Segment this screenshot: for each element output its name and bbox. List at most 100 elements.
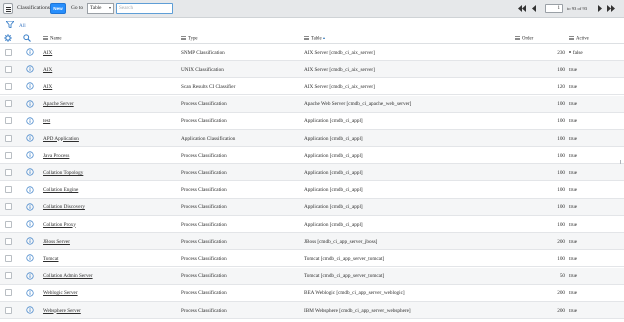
info-icon[interactable]: [26, 185, 34, 194]
row-checkbox[interactable]: [5, 48, 12, 56]
table-row[interactable]: Collation Admin Server Process Classifica…: [0, 267, 624, 285]
row-checkbox[interactable]: [5, 254, 12, 262]
table-row[interactable]: Collation Proxy Process Classification App…: [0, 216, 624, 233]
row-name-link[interactable]: Collation Engine: [43, 187, 78, 193]
row-active-value: false: [572, 49, 583, 56]
filter-all-breadcrumb[interactable]: All: [19, 23, 26, 29]
inactive-dot-icon: [569, 50, 572, 53]
search-input[interactable]: Search: [116, 3, 173, 14]
table-row[interactable]: AIX UNIX Classification AIX Server [cmdb_c…: [0, 61, 624, 79]
info-icon[interactable]: [26, 271, 34, 280]
info-icon[interactable]: [26, 289, 34, 297]
table-row[interactable]: Apache Server Process Classification Apach…: [0, 95, 624, 113]
row-name-link[interactable]: Collation Discovery: [43, 204, 85, 210]
row-checkbox[interactable]: [5, 203, 12, 211]
next-page-icon[interactable]: [596, 5, 604, 12]
row-active: true: [569, 222, 577, 228]
row-name-link[interactable]: Apache Server: [43, 101, 74, 107]
table-row[interactable]: Java Process Process Classification Applic…: [0, 147, 624, 165]
row-checkbox[interactable]: [5, 168, 12, 176]
table-row[interactable]: Weblogic Server Process Classification BEA…: [0, 285, 624, 302]
info-icon[interactable]: [26, 82, 34, 90]
row-name-link[interactable]: Collation Admin Server: [43, 273, 93, 279]
scrollbar-handle[interactable]: [620, 160, 621, 164]
row-checkbox[interactable]: [5, 272, 12, 280]
new-button[interactable]: New: [50, 3, 66, 14]
page-number-input[interactable]: 1: [545, 4, 563, 13]
search-icon[interactable]: [23, 34, 31, 42]
row-checkbox[interactable]: [5, 65, 12, 73]
info-icon[interactable]: [26, 99, 34, 108]
info-icon[interactable]: [26, 168, 34, 176]
row-name-link[interactable]: JBoss Server: [43, 239, 70, 245]
table-row[interactable]: test Process Classification Application [c…: [0, 113, 624, 130]
info-icon[interactable]: [26, 203, 34, 211]
row-table: Tomcat [cmdb_ci_app_server_tomcat]: [304, 273, 385, 280]
row-table: Application [cmdb_ci_appl]: [304, 135, 363, 142]
row-name-link[interactable]: Weblogic Server: [43, 290, 78, 296]
column-header-active[interactable]: Active: [569, 36, 589, 42]
info-icon[interactable]: [26, 134, 34, 142]
row-checkbox[interactable]: [5, 82, 12, 90]
table-row[interactable]: Collation Engine Process Classification Ap…: [0, 182, 624, 199]
hamburger-icon[interactable]: [3, 3, 13, 14]
table-row[interactable]: AIX SNMP Classification AIX Server [cmdb_c…: [0, 44, 624, 61]
row-name-link[interactable]: test: [43, 118, 50, 124]
row-checkbox[interactable]: [5, 186, 12, 194]
row-checkbox[interactable]: [5, 100, 12, 108]
list-header: Classifications New Go to Table Search 1…: [0, 0, 624, 18]
row-name-link[interactable]: AIX: [43, 67, 52, 73]
row-name-link[interactable]: Java Process: [43, 153, 69, 159]
funnel-icon[interactable]: [6, 21, 14, 28]
first-page-icon[interactable]: [518, 5, 526, 12]
column-header-table[interactable]: Table: [304, 36, 326, 42]
info-icon[interactable]: [26, 237, 34, 245]
row-checkbox[interactable]: [5, 117, 12, 125]
row-name-link[interactable]: AIX: [43, 50, 52, 56]
row-active: true: [569, 187, 577, 193]
gear-icon[interactable]: [4, 34, 12, 42]
table-row[interactable]: JBoss Server Process Classification JBoss …: [0, 233, 624, 251]
table-row[interactable]: Collation Topology Process Classification…: [0, 164, 624, 182]
row-name-link[interactable]: APD Application: [43, 136, 79, 142]
row-active: true: [569, 204, 577, 210]
table-row[interactable]: APD Application Application Classificatio…: [0, 130, 624, 147]
row-checkbox[interactable]: [5, 237, 12, 245]
row-type: Process Classification: [181, 307, 227, 314]
row-name-link[interactable]: Tomcat: [43, 256, 58, 262]
column-header-type[interactable]: Type: [181, 36, 198, 42]
row-name-link[interactable]: Collation Topology: [43, 170, 83, 176]
row-table: Application [cmdb_ci_appl]: [304, 204, 363, 211]
row-type: Process Classification: [181, 204, 227, 211]
row-type: Process Classification: [181, 152, 227, 159]
info-icon[interactable]: [26, 117, 34, 125]
row-checkbox[interactable]: [5, 151, 12, 159]
page-range-text: to 93 of 93: [567, 5, 588, 11]
goto-field-select[interactable]: Table: [87, 3, 114, 14]
info-icon[interactable]: [26, 65, 34, 73]
row-checkbox[interactable]: [5, 134, 12, 142]
row-checkbox[interactable]: [5, 220, 12, 228]
table-row[interactable]: Collation Discovery Process Classificatio…: [0, 198, 624, 216]
table-row[interactable]: Websphere Server Process Classification IB…: [0, 302, 624, 319]
column-header-order[interactable]: Order: [515, 36, 533, 42]
info-icon[interactable]: [26, 48, 34, 56]
last-page-icon[interactable]: [607, 5, 615, 12]
row-name-link[interactable]: Collation Proxy: [43, 222, 76, 228]
row-active-value: true: [569, 187, 578, 194]
row-name-link[interactable]: Websphere Server: [43, 308, 81, 314]
row-checkbox[interactable]: [5, 306, 12, 314]
row-active: false: [569, 50, 583, 56]
info-icon[interactable]: [26, 220, 34, 228]
info-icon[interactable]: [26, 254, 34, 262]
info-icon[interactable]: [26, 306, 34, 314]
row-checkbox[interactable]: [5, 289, 12, 297]
prev-page-icon[interactable]: [530, 5, 538, 12]
column-header-name[interactable]: Name: [43, 36, 61, 42]
table-row[interactable]: Tomcat Process Classification Tomcat [cmdb…: [0, 250, 624, 268]
row-type: Process Classification: [181, 255, 227, 262]
row-table: Application [cmdb_ci_appl]: [304, 187, 363, 194]
info-icon[interactable]: [26, 151, 34, 159]
table-row[interactable]: AIX Scan Results CI Classifier AIX Server …: [0, 78, 624, 96]
row-name-link[interactable]: AIX: [43, 84, 52, 90]
